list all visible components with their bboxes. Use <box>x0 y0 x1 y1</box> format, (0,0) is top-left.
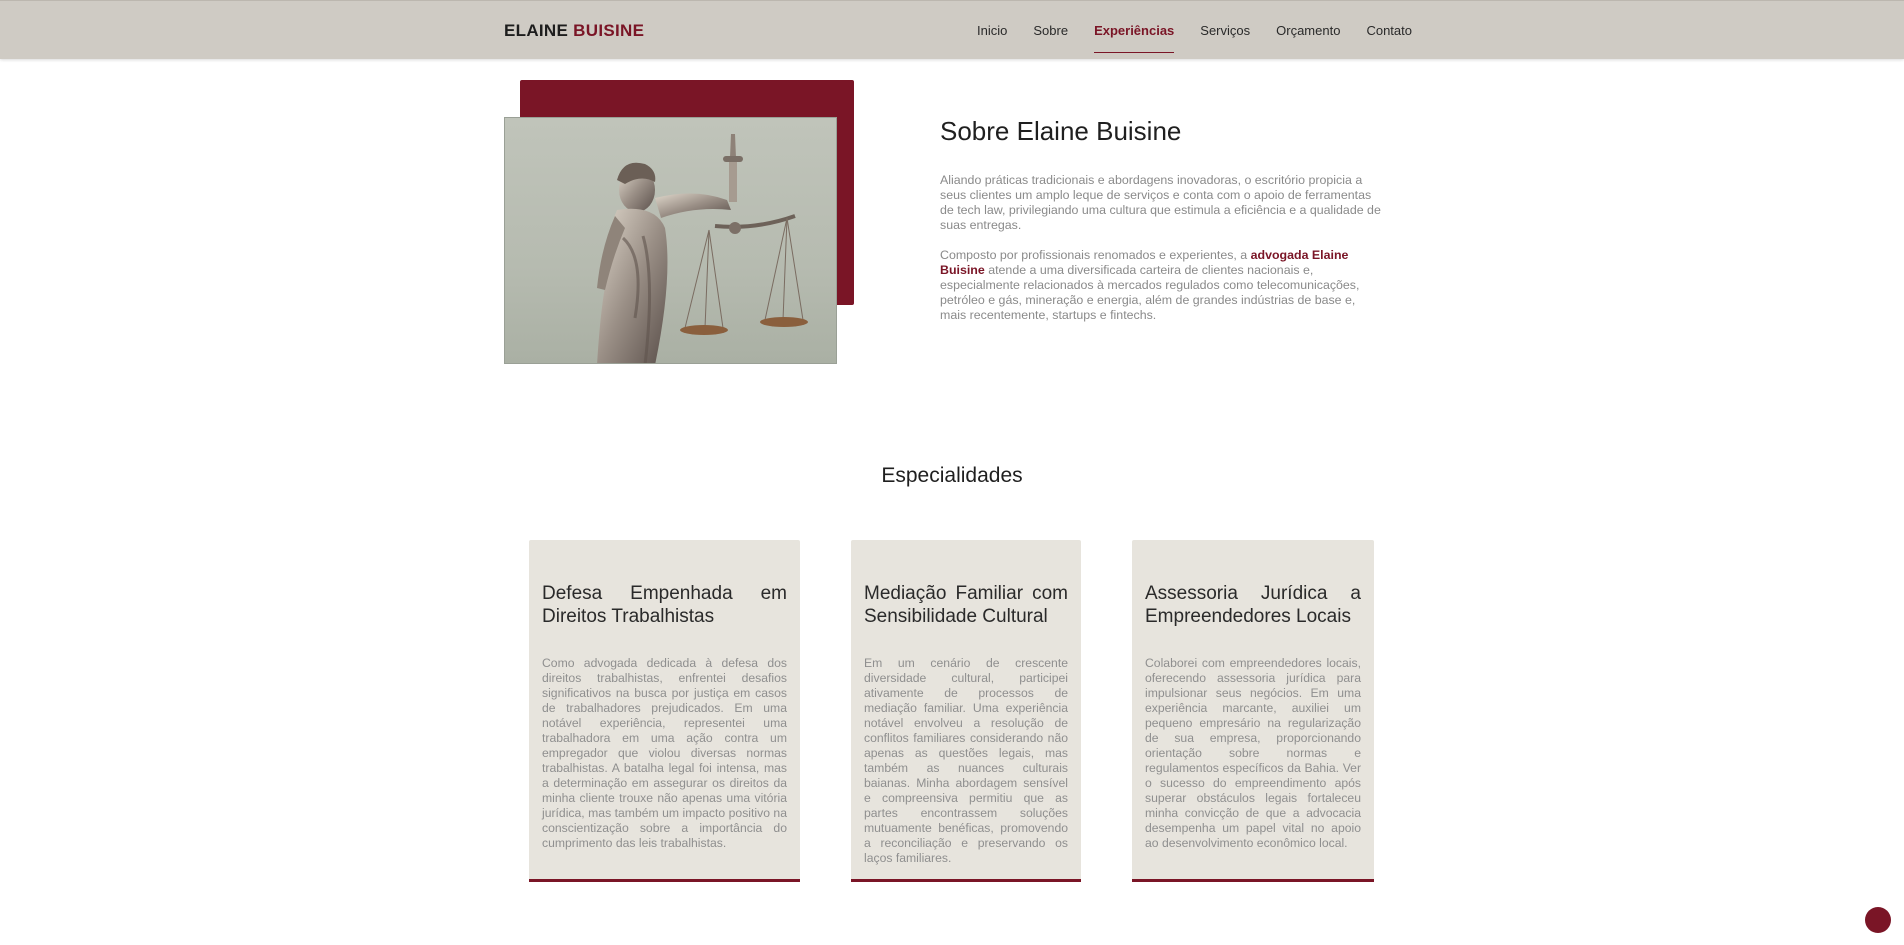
specialty-card: Assessoria Jurídica a Empreendedores Loc… <box>1132 540 1374 882</box>
floating-action-button[interactable] <box>1865 907 1891 933</box>
main-nav: Inicio Sobre Experiências Serviços Orçam… <box>977 23 1438 53</box>
about-title: Sobre Elaine Buisine <box>940 116 1182 146</box>
specialty-card-title: Assessoria Jurídica a Empreendedores Loc… <box>1145 583 1361 627</box>
specialties-title: Especialidades <box>881 464 1023 487</box>
nav-link-sobre[interactable]: Sobre <box>1033 23 1068 53</box>
nav-link-orcamento[interactable]: Orçamento <box>1276 23 1340 53</box>
brand-logo[interactable]: ELAINE BUISINE <box>504 21 644 41</box>
nav-link-contato[interactable]: Contato <box>1366 23 1412 53</box>
brand-first-word: ELAINE <box>504 21 569 40</box>
brand-second-word: BUISINE <box>573 21 645 40</box>
specialty-card: Defesa Empenhada em Direitos Trabalhista… <box>529 540 800 882</box>
specialty-card-title: Defesa Empenhada em Direitos Trabalhista… <box>542 583 787 627</box>
top-navbar: ELAINE BUISINE Inicio Sobre Experiências… <box>0 0 1904 59</box>
about-paragraph-2-text-a: Composto por profissionais renomados e e… <box>940 248 1251 262</box>
lady-justice-image <box>504 117 837 364</box>
about-paragraph-2-text-b: atende a uma diversificada carteira de c… <box>940 263 1360 322</box>
about-paragraph-2: Composto por profissionais renomados e e… <box>940 248 1382 323</box>
specialty-card-text: Em um cenário de crescente diversidade c… <box>864 656 1068 865</box>
specialty-card-text: Como advogada dedicada à defesa dos dire… <box>542 656 787 850</box>
nav-link-experiencias[interactable]: Experiências <box>1094 23 1175 53</box>
about-paragraph-1: Aliando práticas tradicionais e abordage… <box>940 173 1381 232</box>
nav-link-inicio[interactable]: Inicio <box>977 23 1007 53</box>
nav-link-servicos[interactable]: Serviços <box>1200 23 1250 53</box>
lady-justice-statue-icon <box>597 134 808 363</box>
specialty-card: Mediação Familiar com Sensibilidade Cult… <box>851 540 1081 882</box>
specialty-card-text: Colaborei com empreendedores locais, ofe… <box>1145 656 1361 850</box>
specialty-card-title: Mediação Familiar com Sensibilidade Cult… <box>864 583 1068 627</box>
